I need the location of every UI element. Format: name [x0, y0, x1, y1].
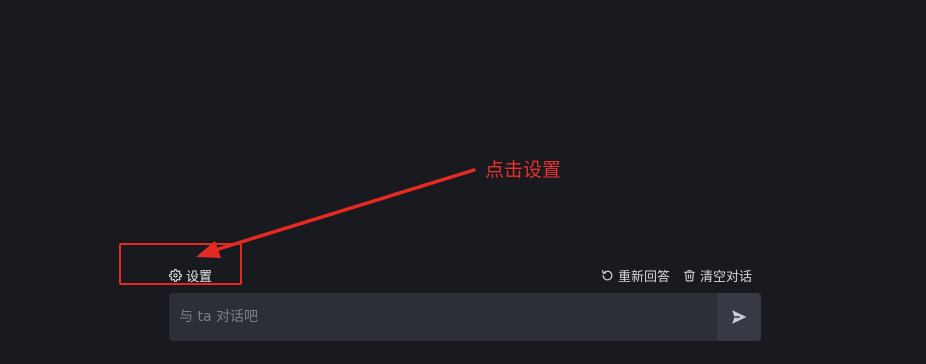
- regenerate-button[interactable]: 重新回答: [600, 266, 670, 285]
- chat-actions: 重新回答 清空对话: [600, 265, 752, 285]
- settings-button-label: 设置: [186, 269, 213, 285]
- send-button[interactable]: [717, 293, 761, 341]
- chat-input[interactable]: [169, 293, 717, 341]
- clear-chat-button-label: 清空对话: [700, 269, 753, 285]
- chat-app: 点击设置 设置 重新回答 清空对话 与 ta 对话吧: [0, 0, 926, 364]
- refresh-icon: [600, 268, 614, 282]
- trash-icon: [682, 268, 696, 282]
- gear-icon: [168, 268, 182, 282]
- annotation-label: 点击设置: [485, 159, 562, 181]
- send-icon: [730, 308, 748, 326]
- clear-chat-button[interactable]: 清空对话: [682, 266, 752, 285]
- chat-input-bar: [169, 293, 761, 341]
- settings-button[interactable]: 设置: [168, 265, 212, 285]
- regenerate-button-label: 重新回答: [618, 269, 671, 285]
